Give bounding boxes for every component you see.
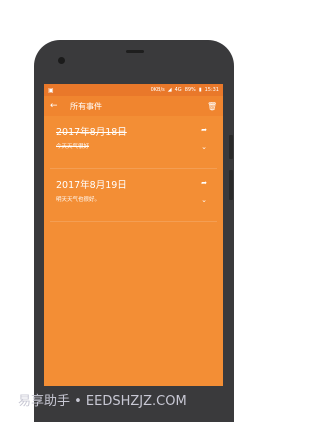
page-title: 所有事件: [70, 101, 102, 111]
event-content: 明天天气也很好。: [56, 197, 101, 203]
power-button: [229, 135, 233, 159]
watermark-text: 易享助手 • EEDSHZJZ.COM: [18, 394, 187, 409]
battery-level: 89%: [184, 87, 196, 93]
chevron-down-icon[interactable]: ⌄: [201, 143, 207, 151]
chevron-down-icon[interactable]: ⌄: [201, 196, 207, 204]
trash-icon[interactable]: 🗑: [207, 102, 217, 111]
share-icon[interactable]: ➦: [201, 179, 207, 187]
notification-icon: ▣: [48, 86, 54, 94]
front-camera: [58, 57, 65, 64]
battery-icon: ▮: [198, 87, 202, 93]
event-item[interactable]: 2017年8月19日 明天天气也很好。 ➦ ⌄: [50, 169, 217, 222]
share-icon[interactable]: ➦: [201, 126, 207, 134]
event-date: 2017年8月18日: [56, 127, 127, 138]
event-content: 今天天气很好: [56, 144, 90, 150]
net-speed: 0KB/s: [150, 87, 165, 93]
event-list: 2017年8月18日 今天天气很好 ➦ ⌄ 2017年8月19日 明天天气也很好…: [44, 116, 223, 222]
event-date: 2017年8月19日: [56, 180, 127, 191]
volume-button: [229, 170, 233, 200]
speaker-grille: [126, 50, 144, 53]
arrow-left-icon[interactable]: ←: [50, 101, 66, 111]
signal-label: 4G: [174, 87, 182, 93]
clock: 15:31: [204, 87, 219, 93]
app-toolbar: ← 所有事件 🗑: [44, 96, 223, 116]
signal-icon: ◢: [167, 87, 172, 93]
app-screen: ▣ 0KB/s ◢ 4G 89% ▮ 15:31 ← 所有事件 🗑 2017年8…: [44, 84, 223, 386]
event-item[interactable]: 2017年8月18日 今天天气很好 ➦ ⌄: [50, 116, 217, 169]
status-bar: ▣ 0KB/s ◢ 4G 89% ▮ 15:31: [44, 84, 223, 96]
